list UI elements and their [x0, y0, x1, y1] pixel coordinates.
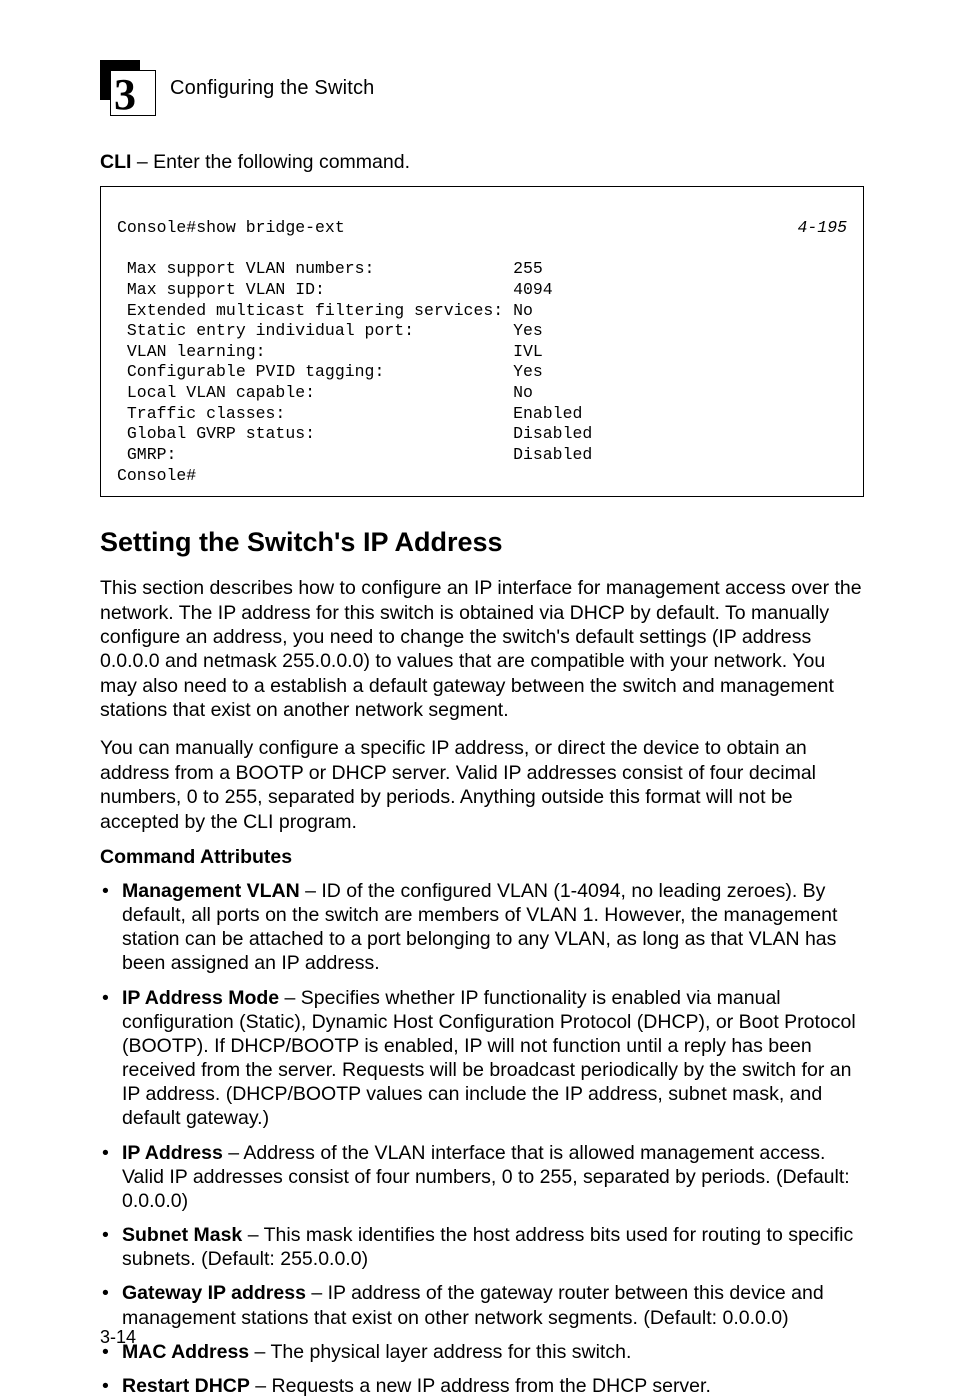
cli-line: Static entry individual port: Yes — [117, 321, 543, 340]
paragraph-2: You can manually configure a specific IP… — [100, 736, 864, 834]
cli-line: Max support VLAN ID: 4094 — [117, 280, 553, 299]
list-item: Gateway IP address – IP address of the g… — [100, 1281, 864, 1329]
cli-row-0: Console#show bridge-ext 4-195 — [117, 218, 847, 239]
command-attributes-list: Management VLAN – ID of the configured V… — [100, 879, 864, 1398]
list-item: Subnet Mask – This mask identifies the h… — [100, 1223, 864, 1271]
page-number: 3-14 — [100, 1327, 136, 1348]
cli-line: Traffic classes: Enabled — [117, 404, 582, 423]
chapter-icon: 3 — [100, 60, 156, 116]
list-item-term: IP Address — [122, 1142, 223, 1164]
list-item-text: – Address of the VLAN interface that is … — [122, 1142, 850, 1212]
cli-intro-line: CLI – Enter the following command. — [100, 150, 864, 174]
command-attributes-heading: Command Attributes — [100, 846, 864, 869]
list-item: IP Address – Address of the VLAN interfa… — [100, 1141, 864, 1214]
cli-intro-bold: CLI — [100, 151, 131, 173]
list-item-term: MAC Address — [122, 1341, 249, 1363]
list-item: Restart DHCP – Requests a new IP address… — [100, 1374, 864, 1398]
header-section-title: Configuring the Switch — [170, 77, 375, 100]
list-item-text: – The physical layer address for this sw… — [249, 1341, 631, 1363]
list-item-term: Subnet Mask — [122, 1224, 242, 1246]
chapter-number: 3 — [114, 73, 136, 117]
cli-output-box: Console#show bridge-ext 4-195 Max support… — [100, 186, 864, 497]
list-item-term: Gateway IP address — [122, 1282, 306, 1304]
list-item-text: – Requests a new IP address from the DHC… — [250, 1375, 711, 1397]
list-item: IP Address Mode – Specifies whether IP f… — [100, 986, 864, 1131]
page-header: 3 Configuring the Switch — [100, 60, 864, 116]
section-heading: Setting the Switch's IP Address — [100, 527, 864, 558]
cli-line: Local VLAN capable: No — [117, 383, 533, 402]
cli-line: Console#show bridge-ext — [117, 218, 345, 239]
list-item-term: Management VLAN — [122, 880, 300, 902]
chapter-icon-box: 3 — [110, 70, 156, 116]
list-item: Management VLAN – ID of the configured V… — [100, 879, 864, 976]
cli-page-ref: 4-195 — [797, 218, 847, 239]
cli-line: Max support VLAN numbers: 255 — [117, 259, 543, 278]
list-item-term: IP Address Mode — [122, 987, 279, 1009]
cli-line: GMRP: Disabled — [117, 445, 592, 464]
list-item-term: Restart DHCP — [122, 1375, 250, 1397]
cli-line: VLAN learning: IVL — [117, 342, 543, 361]
cli-intro-rest: – Enter the following command. — [131, 151, 410, 173]
cli-line: Global GVRP status: Disabled — [117, 424, 592, 443]
cli-line: Console# — [117, 466, 196, 485]
list-item: MAC Address – The physical layer address… — [100, 1340, 864, 1364]
cli-line: Extended multicast filtering services: N… — [117, 301, 533, 320]
cli-line: Configurable PVID tagging: Yes — [117, 362, 543, 381]
paragraph-1: This section describes how to configure … — [100, 576, 864, 722]
